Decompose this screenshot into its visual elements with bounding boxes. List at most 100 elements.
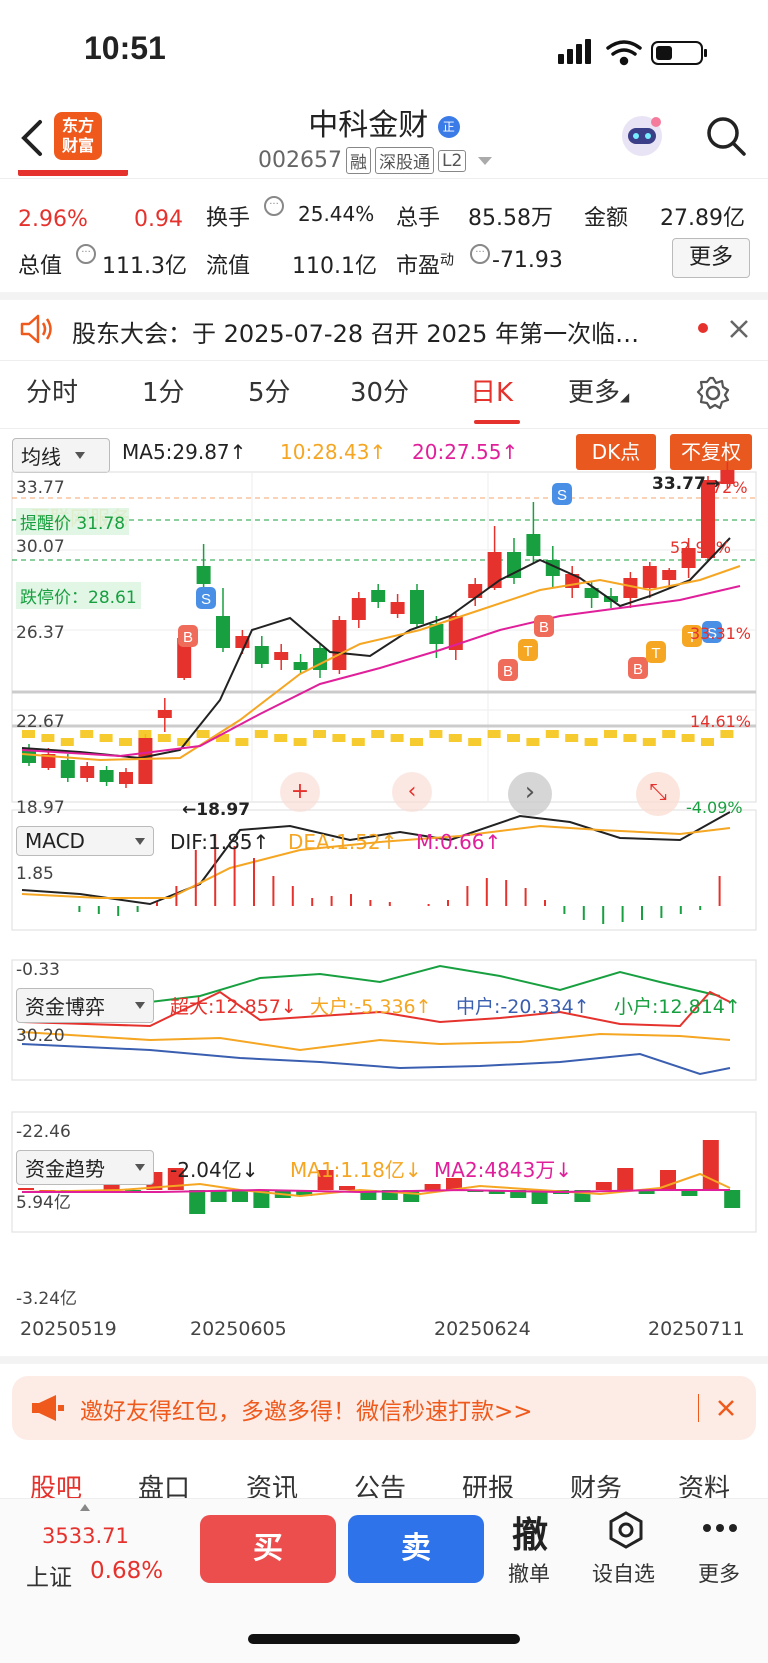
signal-B-label: B <box>633 661 643 678</box>
add-watchlist-label[interactable]: 设自选 <box>592 1558 655 1588</box>
sell-button[interactable]: 卖 <box>348 1515 484 1583</box>
tab-more[interactable]: 更多◢ <box>568 372 629 409</box>
tab-more-label: 更多 <box>568 378 621 408</box>
fundtrend-y-top: 5.94亿 <box>16 1193 71 1213</box>
candle-body <box>293 662 308 670</box>
settings-gear-icon[interactable] <box>696 376 730 410</box>
volume-box <box>429 730 443 738</box>
candle-body <box>410 590 424 624</box>
info-icon[interactable]: ··· <box>264 196 284 216</box>
add-watchlist-icon[interactable] <box>606 1510 646 1550</box>
notice-text[interactable]: 股东大会：于 2025-07-28 召开 2025 年第一次临… <box>72 314 672 349</box>
tab-timeshare[interactable]: 分时 <box>26 372 78 409</box>
cancel-order-icon[interactable]: 撤 <box>512 1506 548 1558</box>
small-label: 小户:12.814↑ <box>614 996 741 1018</box>
period-tabs: 分时 1分 5分 30分 日K 更多◢ <box>0 372 768 424</box>
low-value: 18.97 <box>196 800 251 820</box>
fund-bar <box>617 1168 634 1190</box>
volume-box <box>565 734 579 742</box>
prev-arrow-icon[interactable]: ‹ <box>392 772 432 812</box>
volume-box <box>623 734 637 742</box>
y-tick-4: 22.67 <box>16 712 65 732</box>
fundtrend-selector[interactable]: 资金趋势 <box>16 1150 154 1185</box>
caret-down-icon[interactable] <box>478 156 493 165</box>
zoom-in-icon[interactable]: + <box>280 772 320 812</box>
buy-button[interactable]: 买 <box>200 1515 336 1583</box>
volume-box <box>720 730 734 738</box>
volume-box <box>235 738 249 746</box>
volume-box <box>157 734 171 742</box>
alert-price-label[interactable]: 提醒价 31.78 <box>16 508 130 535</box>
volume-box <box>526 738 540 746</box>
index-value[interactable]: 3533.71 <box>42 1524 129 1548</box>
y-tick-3: 26.37 <box>16 623 65 643</box>
change-amount: 0.94 <box>134 207 183 232</box>
close-icon[interactable] <box>728 318 750 340</box>
float-cap-label: 流值 <box>206 254 251 279</box>
volume-box <box>254 730 268 738</box>
volume-box <box>41 734 55 742</box>
robot-assistant-icon[interactable] <box>616 112 668 160</box>
next-arrow-icon[interactable]: › <box>508 772 552 816</box>
unread-dot <box>698 323 708 333</box>
pct-tick-3: 14.61% <box>690 712 752 731</box>
wifi-icon <box>606 40 642 66</box>
fund-bar <box>339 1186 355 1190</box>
candle-body <box>468 584 483 598</box>
macd-y-bottom: -0.33 <box>16 960 60 980</box>
pct-tick-1: 52.92% <box>670 538 732 557</box>
tab-1min[interactable]: 1分 <box>142 372 185 409</box>
tab-30min[interactable]: 30分 <box>350 372 409 409</box>
volume-box <box>410 738 423 746</box>
signal-S-label: S <box>557 487 567 504</box>
volume-value: 85.58万 <box>468 206 553 231</box>
volume-box <box>642 738 656 746</box>
fund-value-label: -2.04亿↓ <box>170 1158 259 1182</box>
expand-up-icon[interactable] <box>80 1504 90 1511</box>
date-label: 20250624 <box>434 1318 531 1340</box>
y-tick-5: 18.97 <box>16 798 65 818</box>
fund-bar <box>189 1190 206 1214</box>
search-icon[interactable] <box>704 114 748 158</box>
more-quote-button[interactable]: 更多 <box>672 238 750 278</box>
tag-margin: 融 <box>345 147 371 174</box>
candle-body <box>332 620 347 670</box>
tab-5min[interactable]: 5分 <box>248 372 291 409</box>
total-cap-value: 111.3亿 <box>102 254 187 279</box>
info-icon[interactable]: ··· <box>470 244 490 264</box>
chart-canvas: BSBTBSBTT S <box>11 462 757 1233</box>
fullscreen-icon[interactable]: ⤡ <box>636 772 680 816</box>
pct-tick-4: -4.09% <box>686 798 743 817</box>
speaker-icon <box>20 314 52 344</box>
candle-body <box>351 598 366 620</box>
candle-body <box>157 710 172 718</box>
index-name: 上证 <box>26 1565 72 1591</box>
close-icon[interactable] <box>716 1398 736 1418</box>
volume-box <box>604 730 617 738</box>
promo-banner[interactable]: 邀好友得红包，多邀多得！微信秒速打款>> <box>12 1376 756 1440</box>
amount-label: 金额 <box>584 206 629 231</box>
more-label[interactable]: 更多 <box>698 1558 740 1588</box>
macd-selector[interactable]: MACD <box>16 826 154 856</box>
candle-body <box>487 552 502 588</box>
candle-body <box>254 646 269 664</box>
fundgame-y-top: 30.20 <box>16 1026 65 1046</box>
tab-daily-k[interactable]: 日K <box>470 372 513 409</box>
verified-badge-icon: 正 <box>437 115 460 138</box>
candle-body <box>274 652 289 660</box>
volume-box <box>196 730 210 738</box>
candle-body <box>60 760 75 778</box>
change-pct: 2.96% <box>18 207 88 232</box>
candle-body <box>80 766 95 778</box>
caret-down-icon <box>135 837 145 845</box>
volume-box <box>216 734 229 742</box>
more-dots-icon[interactable] <box>702 1522 738 1534</box>
pe-sup: 动 <box>440 252 455 269</box>
volume-box <box>313 730 326 738</box>
caret-icon: ◢ <box>620 390 630 404</box>
fundgame-selector[interactable]: 资金博弈 <box>16 988 154 1023</box>
cancel-order-label[interactable]: 撤单 <box>508 1558 550 1588</box>
signal-B-label: B <box>539 619 549 636</box>
info-icon[interactable]: ··· <box>76 244 96 264</box>
volume-box <box>332 734 346 742</box>
